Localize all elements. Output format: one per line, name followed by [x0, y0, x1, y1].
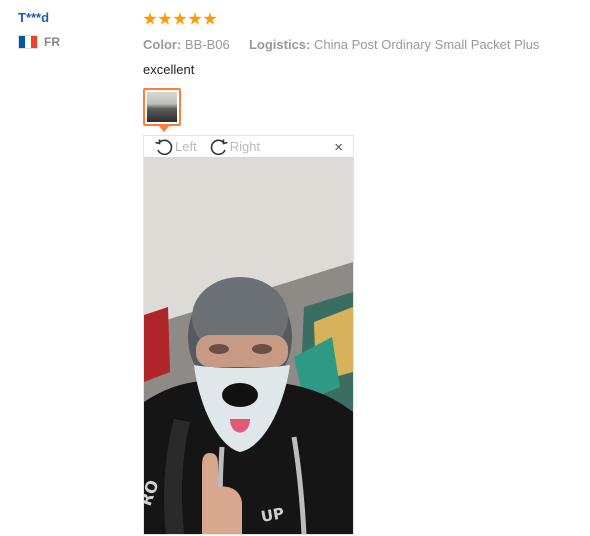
star-icon — [143, 12, 157, 25]
thumbnail-image — [147, 92, 177, 122]
country-code: FR — [44, 35, 60, 49]
rotate-right-button[interactable]: Right — [209, 137, 260, 157]
france-flag-icon — [18, 35, 38, 49]
star-icon — [188, 12, 202, 25]
logistics-value: China Post Ordinary Small Packet Plus — [314, 37, 540, 52]
star-icon — [173, 12, 187, 25]
rotate-left-button[interactable]: Left — [154, 137, 197, 157]
review-text: excellent — [143, 62, 195, 77]
reviewer-info: T***d FR — [18, 10, 60, 49]
review-photo-thumbnail[interactable] — [143, 88, 181, 132]
photo-red-panel — [144, 307, 170, 382]
reviewer-name[interactable]: T***d — [18, 10, 60, 25]
color-value: BB-B06 — [184, 37, 230, 52]
rotate-left-label: Left — [175, 139, 197, 154]
photo-viewer: Left Right × RO UP — [143, 135, 354, 535]
order-info: Color: BB-B06 Logistics: China Post Ordi… — [143, 37, 573, 52]
close-icon[interactable]: × — [334, 139, 343, 156]
review-photo: RO UP — [144, 157, 353, 534]
rotate-right-label: Right — [229, 139, 261, 154]
star-rating — [143, 10, 573, 28]
review-body: Color: BB-B06 Logistics: China Post Ordi… — [143, 10, 573, 132]
photo-face — [196, 335, 288, 367]
photo-eye-left — [209, 344, 229, 354]
photo-eye-right — [252, 344, 272, 354]
star-icon — [203, 12, 217, 25]
selected-arrow-indicator — [158, 125, 170, 132]
rotate-left-icon — [155, 139, 173, 155]
viewer-toolbar: Left Right × — [144, 136, 353, 157]
rotate-right-icon — [210, 139, 228, 155]
logistics-label: Logistics: — [248, 37, 311, 52]
reviewer-country: FR — [18, 35, 60, 49]
photo-dog-nose — [222, 383, 258, 407]
star-icon — [158, 12, 172, 25]
color-label: Color: — [143, 37, 182, 52]
